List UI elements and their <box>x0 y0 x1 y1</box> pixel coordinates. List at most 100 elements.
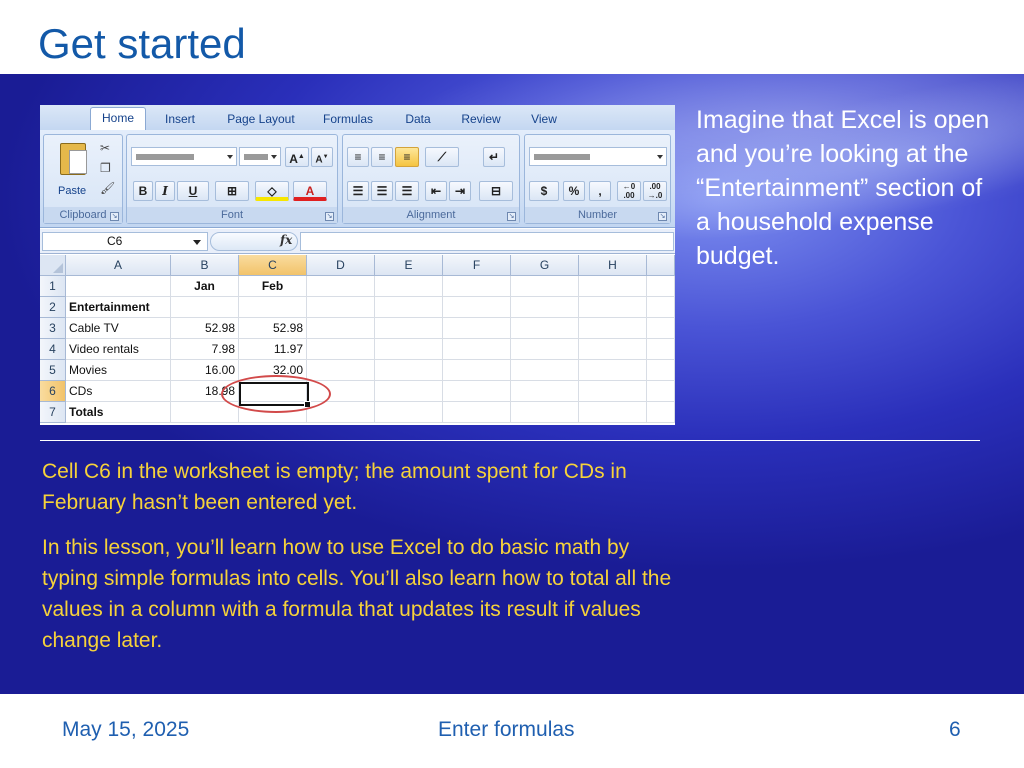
align-left-icon[interactable]: ☰ <box>347 181 369 201</box>
cell-b1[interactable]: Jan <box>171 276 239 297</box>
row-header[interactable]: 4 <box>40 339 66 360</box>
empty-cell[interactable] <box>375 297 443 318</box>
empty-cell[interactable] <box>647 402 675 423</box>
cell-b7[interactable] <box>171 402 239 423</box>
align-top-icon[interactable]: ≡ <box>347 147 369 167</box>
align-center-icon[interactable]: ☰ <box>371 181 393 201</box>
empty-cell[interactable] <box>579 360 647 381</box>
cell-c2[interactable] <box>239 297 307 318</box>
empty-cell[interactable] <box>443 339 511 360</box>
tab-review[interactable]: Review <box>454 109 508 130</box>
empty-cell[interactable] <box>307 360 375 381</box>
percent-button[interactable]: % <box>563 181 585 201</box>
cell-b3[interactable]: 52.98 <box>171 318 239 339</box>
fx-icon[interactable]: fx <box>280 233 292 247</box>
borders-button[interactable]: ⊞ <box>215 181 249 201</box>
name-box-dropdown-icon[interactable] <box>193 240 201 245</box>
font-color-button[interactable]: A <box>293 181 327 201</box>
decrease-indent-icon[interactable]: ⇤ <box>425 181 447 201</box>
row-header[interactable]: 3 <box>40 318 66 339</box>
empty-cell[interactable] <box>511 339 579 360</box>
empty-cell[interactable] <box>647 339 675 360</box>
empty-cell[interactable] <box>375 276 443 297</box>
empty-cell[interactable] <box>511 318 579 339</box>
empty-cell[interactable] <box>647 360 675 381</box>
empty-cell[interactable] <box>375 381 443 402</box>
empty-cell[interactable] <box>511 297 579 318</box>
empty-cell[interactable] <box>579 297 647 318</box>
grow-font-button[interactable]: A▲ <box>285 147 309 167</box>
align-right-icon[interactable]: ☰ <box>395 181 419 201</box>
empty-cell[interactable] <box>307 297 375 318</box>
cell-a3[interactable]: Cable TV <box>66 318 171 339</box>
increase-decimal-icon[interactable]: ←0.00 <box>617 181 641 201</box>
column-header-a[interactable]: A <box>66 255 171 276</box>
italic-button[interactable]: I <box>155 181 175 201</box>
tab-insert[interactable]: Insert <box>154 109 206 130</box>
number-launcher-icon[interactable]: ↘ <box>658 212 667 221</box>
cell-c4[interactable]: 11.97 <box>239 339 307 360</box>
paste-icon[interactable] <box>60 143 87 175</box>
font-name-combo[interactable] <box>131 147 237 166</box>
cell-c3[interactable]: 52.98 <box>239 318 307 339</box>
empty-cell[interactable] <box>443 381 511 402</box>
tab-view[interactable]: View <box>520 109 568 130</box>
font-launcher-icon[interactable]: ↘ <box>325 212 334 221</box>
empty-cell[interactable] <box>375 339 443 360</box>
empty-cell[interactable] <box>443 318 511 339</box>
column-header-f[interactable]: F <box>443 255 511 276</box>
empty-cell[interactable] <box>579 402 647 423</box>
format-painter-icon[interactable]: 🖌 <box>100 181 115 195</box>
increase-indent-icon[interactable]: ⇥ <box>449 181 471 201</box>
cell-a4[interactable]: Video rentals <box>66 339 171 360</box>
alignment-launcher-icon[interactable]: ↘ <box>507 212 516 221</box>
paste-button[interactable]: Paste <box>58 185 86 197</box>
number-format-combo[interactable] <box>529 147 667 166</box>
empty-cell[interactable] <box>579 318 647 339</box>
row-header[interactable]: 7 <box>40 402 66 423</box>
empty-cell[interactable] <box>579 339 647 360</box>
column-header-e[interactable]: E <box>375 255 443 276</box>
empty-cell[interactable] <box>443 276 511 297</box>
empty-cell[interactable] <box>443 360 511 381</box>
column-header-b[interactable]: B <box>171 255 239 276</box>
comma-button[interactable]: , <box>589 181 611 201</box>
empty-cell[interactable] <box>511 402 579 423</box>
currency-button[interactable]: $ <box>529 181 559 201</box>
name-box[interactable]: C6 <box>42 232 208 251</box>
row-header[interactable]: 2 <box>40 297 66 318</box>
cell-a5[interactable]: Movies <box>66 360 171 381</box>
decrease-decimal-icon[interactable]: .00 →.0 <box>643 181 667 201</box>
align-middle-icon[interactable]: ≡ <box>371 147 393 167</box>
empty-cell[interactable] <box>511 360 579 381</box>
tab-page-layout[interactable]: Page Layout <box>218 109 304 130</box>
cell-b4[interactable]: 7.98 <box>171 339 239 360</box>
font-size-combo[interactable] <box>239 147 281 166</box>
orientation-icon[interactable]: ⟋ <box>425 147 459 167</box>
tab-home[interactable]: Home <box>90 107 146 130</box>
tab-data[interactable]: Data <box>392 109 444 130</box>
bold-button[interactable]: B <box>133 181 153 201</box>
wrap-text-icon[interactable]: ↵ <box>483 147 505 167</box>
empty-cell[interactable] <box>647 276 675 297</box>
empty-cell[interactable] <box>375 318 443 339</box>
empty-cell[interactable] <box>511 381 579 402</box>
formula-bar-input[interactable] <box>300 232 674 251</box>
cell-b5[interactable]: 16.00 <box>171 360 239 381</box>
empty-cell[interactable] <box>375 360 443 381</box>
underline-button[interactable]: U <box>177 181 209 201</box>
column-header-h[interactable]: H <box>579 255 647 276</box>
column-header-c[interactable]: C <box>239 255 307 276</box>
empty-cell[interactable] <box>307 276 375 297</box>
column-header-i[interactable] <box>647 255 675 276</box>
copy-icon[interactable]: ❐ <box>100 161 111 175</box>
row-header[interactable]: 1 <box>40 276 66 297</box>
empty-cell[interactable] <box>307 318 375 339</box>
empty-cell[interactable] <box>443 402 511 423</box>
tab-formulas[interactable]: Formulas <box>316 109 380 130</box>
empty-cell[interactable] <box>647 381 675 402</box>
cell-a6[interactable]: CDs <box>66 381 171 402</box>
empty-cell[interactable] <box>579 381 647 402</box>
select-all-button[interactable] <box>40 255 66 276</box>
row-header[interactable]: 5 <box>40 360 66 381</box>
